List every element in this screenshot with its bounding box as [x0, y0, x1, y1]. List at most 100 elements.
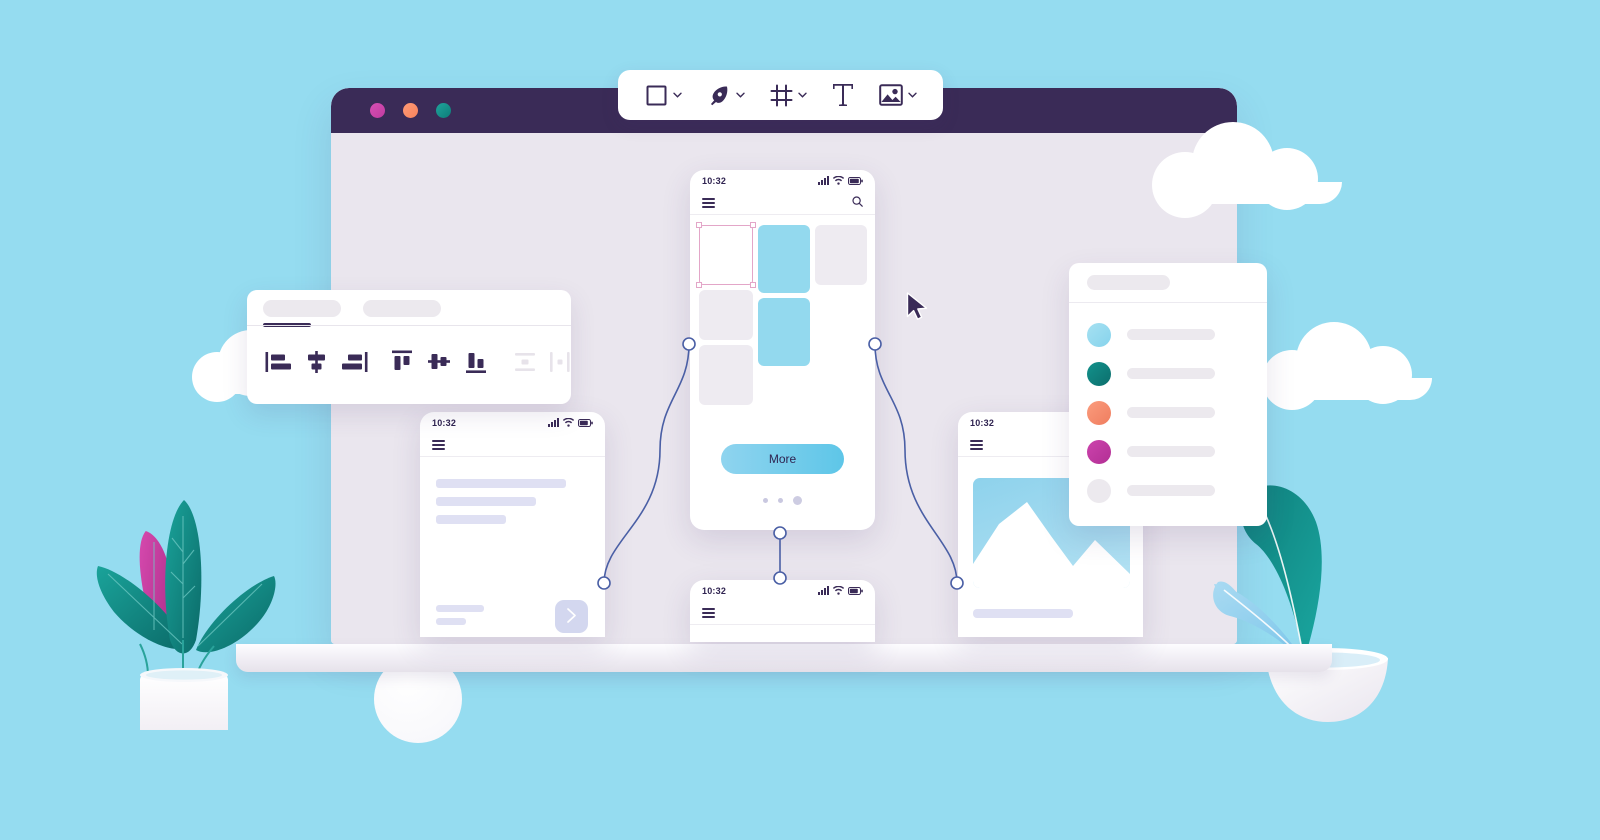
mouse-pointer-cursor	[906, 292, 932, 327]
cloud-right	[1262, 322, 1432, 410]
next-button[interactable]	[555, 600, 588, 633]
status-bar: 10:32	[690, 580, 875, 602]
cloud-top-right	[1152, 120, 1342, 218]
resize-handle-ne[interactable]	[750, 222, 756, 228]
text-placeholder-line-small	[436, 605, 484, 612]
grid-tile[interactable]	[699, 290, 753, 340]
list-item[interactable]	[1069, 432, 1267, 471]
search-icon[interactable]	[852, 194, 863, 212]
list-item[interactable]	[1069, 393, 1267, 432]
item-label-placeholder	[1127, 485, 1215, 496]
phone-mockup-left: 10:32	[420, 412, 605, 637]
pagination-dot[interactable]	[778, 498, 783, 503]
distribute-vertical-icon[interactable]	[512, 350, 538, 379]
wifi-icon	[832, 582, 845, 600]
chevron-down-icon[interactable]	[672, 92, 682, 98]
item-label-placeholder	[1127, 446, 1215, 457]
status-time: 10:32	[970, 418, 995, 428]
design-tools-toolbar	[618, 70, 943, 120]
chevron-down-icon[interactable]	[797, 92, 807, 98]
panel-divider	[247, 325, 571, 326]
text-placeholder-line	[436, 497, 536, 506]
selected-tile[interactable]	[696, 222, 756, 288]
align-center-horizontal-icon[interactable]	[303, 350, 330, 379]
laptop-base-bar	[236, 644, 1332, 672]
list-item[interactable]	[1069, 471, 1267, 510]
hamburger-menu-icon[interactable]	[432, 440, 445, 450]
tool-shape-button[interactable]	[645, 84, 682, 107]
grid-tile[interactable]	[699, 345, 753, 405]
resize-handle-se[interactable]	[750, 282, 756, 288]
square-icon	[645, 84, 668, 107]
status-time: 10:32	[702, 586, 727, 596]
panel-tab-1[interactable]	[263, 300, 341, 317]
teal-swatch[interactable]	[1087, 361, 1111, 386]
tool-frame-button[interactable]	[770, 84, 807, 107]
text-placeholder-line-small	[436, 618, 466, 625]
align-bottom-icon[interactable]	[464, 350, 490, 379]
battery-icon	[578, 414, 593, 432]
potted-plant-left	[92, 480, 282, 748]
align-top-icon[interactable]	[390, 350, 416, 379]
battery-icon	[848, 582, 863, 600]
empty-swatch[interactable]	[1087, 478, 1111, 503]
hamburger-menu-icon[interactable]	[970, 440, 983, 450]
magenta-swatch[interactable]	[1087, 439, 1111, 464]
tool-pen-button[interactable]	[707, 83, 745, 107]
alignment-panel	[247, 290, 571, 404]
hamburger-menu-icon[interactable]	[702, 608, 715, 618]
hamburger-menu-icon[interactable]	[702, 198, 715, 208]
cellular-signal-icon	[818, 582, 829, 600]
align-left-icon[interactable]	[265, 350, 292, 379]
grid-tile[interactable]	[758, 298, 810, 366]
panel-tab-2[interactable]	[363, 300, 442, 317]
pen-nib-icon	[707, 83, 731, 107]
pagination-dot-active[interactable]	[793, 496, 802, 505]
distribute-horizontal-icon[interactable]	[549, 350, 571, 379]
list-item[interactable]	[1069, 315, 1267, 354]
orange-swatch[interactable]	[1087, 400, 1111, 425]
phone-mockup-bottom: 10:32	[690, 580, 875, 642]
chevron-down-icon[interactable]	[735, 92, 745, 98]
cellular-signal-icon	[818, 172, 829, 190]
status-time: 10:32	[702, 176, 727, 186]
align-center-vertical-icon[interactable]	[427, 350, 453, 379]
battery-icon	[848, 172, 863, 190]
tool-image-button[interactable]	[878, 84, 917, 106]
caption-placeholder	[973, 609, 1073, 618]
item-label-placeholder	[1127, 407, 1215, 418]
pagination-dot[interactable]	[763, 498, 768, 503]
window-minimize-dot[interactable]	[403, 103, 418, 118]
item-label-placeholder	[1127, 368, 1215, 379]
frame-icon	[770, 84, 793, 107]
color-list-panel	[1069, 263, 1267, 526]
image-icon	[878, 84, 903, 106]
chevron-down-icon[interactable]	[907, 92, 917, 98]
tool-text-button[interactable]	[832, 82, 854, 108]
panel-header	[1069, 263, 1267, 303]
phone-mockup-center: 10:32 More	[690, 170, 875, 530]
grid-tile[interactable]	[758, 225, 810, 293]
status-bar: 10:32	[690, 170, 875, 192]
light-blue-swatch[interactable]	[1087, 322, 1111, 347]
grid-tile[interactable]	[815, 225, 867, 285]
app-nav-bar	[690, 602, 875, 625]
app-nav-bar	[690, 192, 875, 215]
align-right-icon[interactable]	[341, 350, 368, 379]
window-maximize-dot[interactable]	[436, 103, 451, 118]
tile-grid	[690, 215, 875, 465]
more-button[interactable]: More	[721, 444, 844, 474]
status-time: 10:32	[432, 418, 457, 428]
resize-handle-sw[interactable]	[696, 282, 702, 288]
header-placeholder	[1087, 275, 1170, 290]
list-item[interactable]	[1069, 354, 1267, 393]
text-t-icon	[832, 82, 854, 108]
cellular-signal-icon	[548, 414, 559, 432]
wifi-icon	[832, 172, 845, 190]
illustration-scene: 10:32 10:32 More 10:32 10:32	[0, 0, 1600, 840]
chevron-right-icon	[565, 607, 578, 627]
window-close-dot[interactable]	[370, 103, 385, 118]
wifi-icon	[562, 414, 575, 432]
item-label-placeholder	[1127, 329, 1215, 340]
resize-handle-nw[interactable]	[696, 222, 702, 228]
